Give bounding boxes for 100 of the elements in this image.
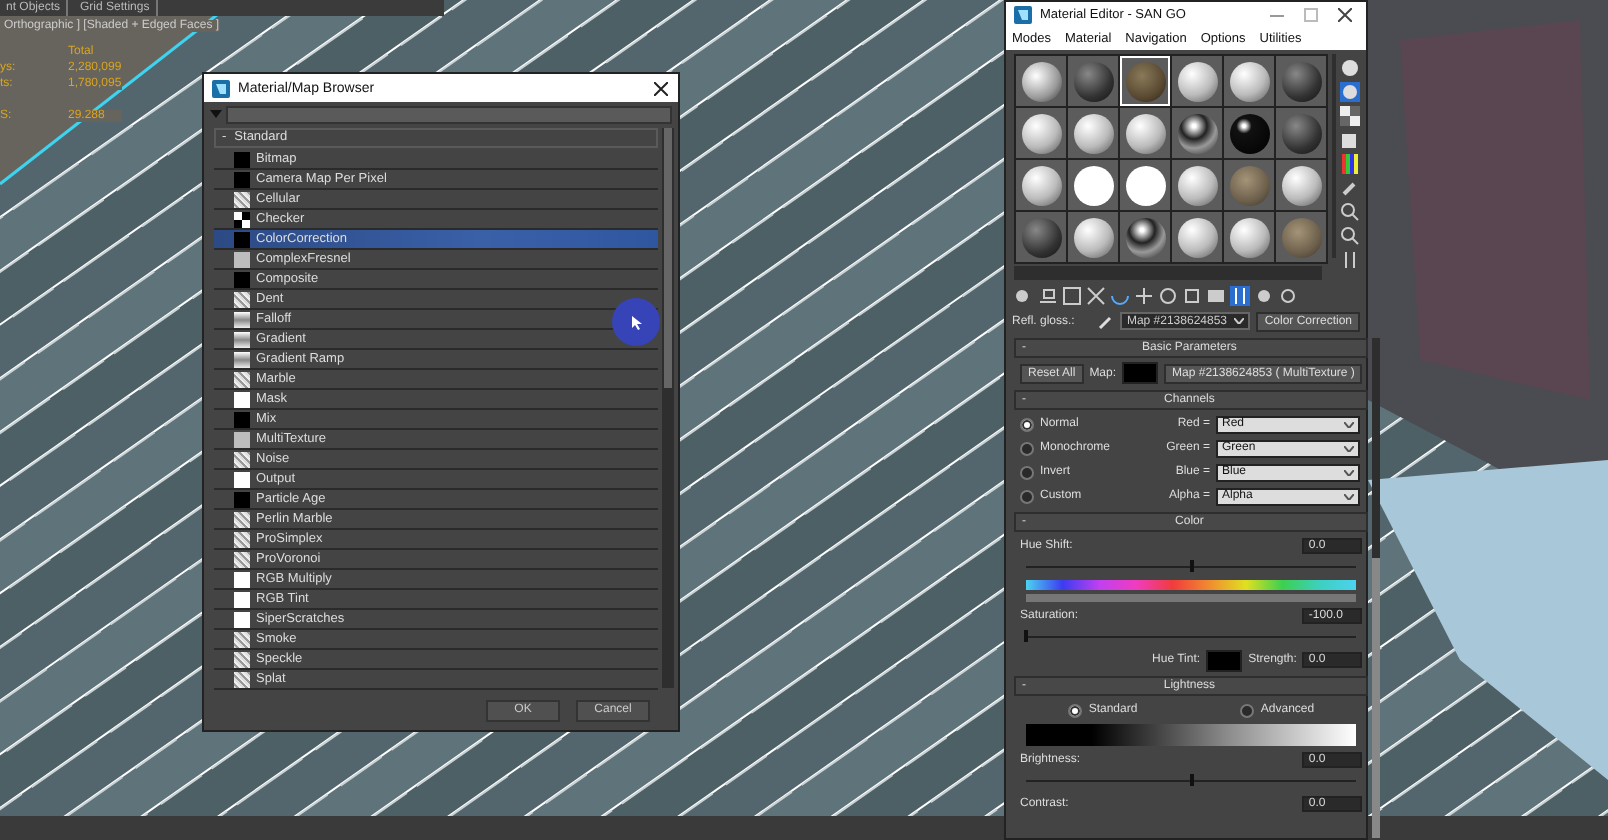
map-swatch-icon [234, 571, 250, 587]
material-slot[interactable] [1276, 160, 1326, 210]
toolbar-button[interactable] [1254, 286, 1274, 306]
magnifier-icon [1340, 202, 1360, 222]
toolbar-button[interactable] [1340, 154, 1360, 174]
app-logo-icon [1014, 6, 1032, 24]
toolbar-button[interactable] [1158, 286, 1178, 306]
material-slot[interactable] [1172, 56, 1222, 106]
color-swatch[interactable] [1206, 649, 1243, 671]
map-swatch-icon [234, 491, 250, 507]
radio-button[interactable] [1020, 417, 1034, 431]
toolbar-button[interactable] [1014, 286, 1034, 306]
toolbar-button[interactable] [1062, 286, 1082, 306]
map-swatch-icon [234, 551, 250, 567]
toolbar-button[interactable] [1340, 130, 1360, 150]
material-slot[interactable] [1016, 108, 1066, 158]
material-slot[interactable] [1120, 160, 1170, 210]
link-icon [1340, 250, 1360, 270]
toolbar-button[interactable] [1340, 202, 1360, 222]
slider-thumb[interactable] [1189, 774, 1194, 786]
toolbar-button[interactable] [1340, 58, 1360, 78]
toolbar-button[interactable] [1206, 286, 1226, 306]
map-swatch-icon [234, 431, 250, 447]
tool-icon [1038, 286, 1058, 306]
toolbar-button[interactable] [1340, 226, 1360, 246]
material-slot[interactable] [1068, 212, 1118, 262]
toolbar-button[interactable] [1230, 286, 1250, 306]
magnifier-icon [1340, 226, 1360, 246]
color-bars-icon [1340, 154, 1360, 174]
material-slot[interactable] [1172, 212, 1222, 262]
material-slot[interactable] [1068, 108, 1118, 158]
material-slot[interactable] [1068, 160, 1118, 210]
map-swatch-icon [234, 451, 250, 467]
map-swatch-icon [234, 371, 250, 387]
caret-icon [1344, 421, 1354, 427]
checker-icon [1340, 106, 1360, 126]
map-swatch-icon [234, 191, 250, 207]
close-button[interactable] [1332, 8, 1358, 22]
caret-icon [1344, 445, 1354, 451]
map-swatch-icon [234, 291, 250, 307]
eyedropper-icon[interactable] [1098, 313, 1115, 329]
toolbar-button[interactable] [1340, 82, 1360, 102]
material-slot[interactable] [1016, 56, 1066, 106]
material-slot[interactable] [1172, 160, 1222, 210]
map-swatch-icon [234, 531, 250, 547]
material-slot[interactable] [1120, 56, 1170, 106]
color-swatch[interactable] [1122, 362, 1159, 384]
map-swatch-icon [234, 311, 250, 327]
close-icon [1338, 8, 1352, 22]
close-button[interactable] [650, 78, 670, 98]
cursor-icon [631, 315, 641, 329]
caret-icon [1344, 469, 1354, 475]
map-swatch-icon [234, 411, 250, 427]
radio-button[interactable] [1020, 489, 1034, 503]
map-swatch-icon [234, 211, 250, 227]
toolbar-button[interactable] [1340, 178, 1360, 198]
toolbar-button[interactable] [1134, 286, 1154, 306]
close-icon [653, 81, 667, 95]
tool-icon [1062, 286, 1082, 306]
map-swatch-icon [234, 511, 250, 527]
slider-thumb[interactable] [1189, 560, 1194, 572]
backlight-icon [1340, 82, 1360, 102]
material-slot[interactable] [1224, 212, 1274, 262]
map-swatch-icon [234, 251, 250, 267]
map-swatch-icon [234, 231, 250, 247]
toolbar-button[interactable] [1086, 286, 1106, 306]
search-field[interactable] [226, 105, 672, 123]
material-slot[interactable] [1120, 108, 1170, 158]
material-slot[interactable] [1224, 56, 1274, 106]
toolbar-button[interactable] [1182, 286, 1202, 306]
radio-button[interactable] [1240, 703, 1255, 717]
material-slot[interactable] [1224, 108, 1274, 158]
tool-icon [1014, 286, 1034, 306]
radio-button[interactable] [1020, 465, 1034, 479]
radio-button[interactable] [1068, 703, 1083, 717]
map-swatch-icon [234, 671, 250, 687]
toolbar-button[interactable] [1340, 250, 1360, 270]
map-swatch-icon [234, 591, 250, 607]
map-swatch-icon [234, 651, 250, 667]
maximize-icon [1304, 8, 1318, 22]
material-slot[interactable] [1120, 212, 1170, 262]
material-slot[interactable] [1172, 108, 1222, 158]
app-logo-icon [212, 79, 230, 97]
scrollbar[interactable] [1372, 338, 1381, 838]
map-swatch-icon [234, 471, 250, 487]
toolbar-button[interactable] [1340, 106, 1360, 126]
radio-button[interactable] [1020, 441, 1034, 455]
map-swatch-icon [234, 151, 250, 167]
wrench-icon [1340, 178, 1360, 198]
tool-icon [1086, 286, 1106, 306]
scrollbar[interactable] [1014, 266, 1322, 280]
tool-icon [1230, 286, 1250, 306]
scrollbar[interactable] [662, 128, 674, 688]
map-swatch-icon [234, 631, 250, 647]
map-swatch-icon [234, 351, 250, 367]
map-swatch-icon [234, 391, 250, 407]
material-slot[interactable] [1016, 160, 1066, 210]
toolbar-button[interactable] [1278, 286, 1298, 306]
toolbar-button[interactable] [1038, 286, 1058, 306]
caret-icon [1344, 493, 1354, 499]
